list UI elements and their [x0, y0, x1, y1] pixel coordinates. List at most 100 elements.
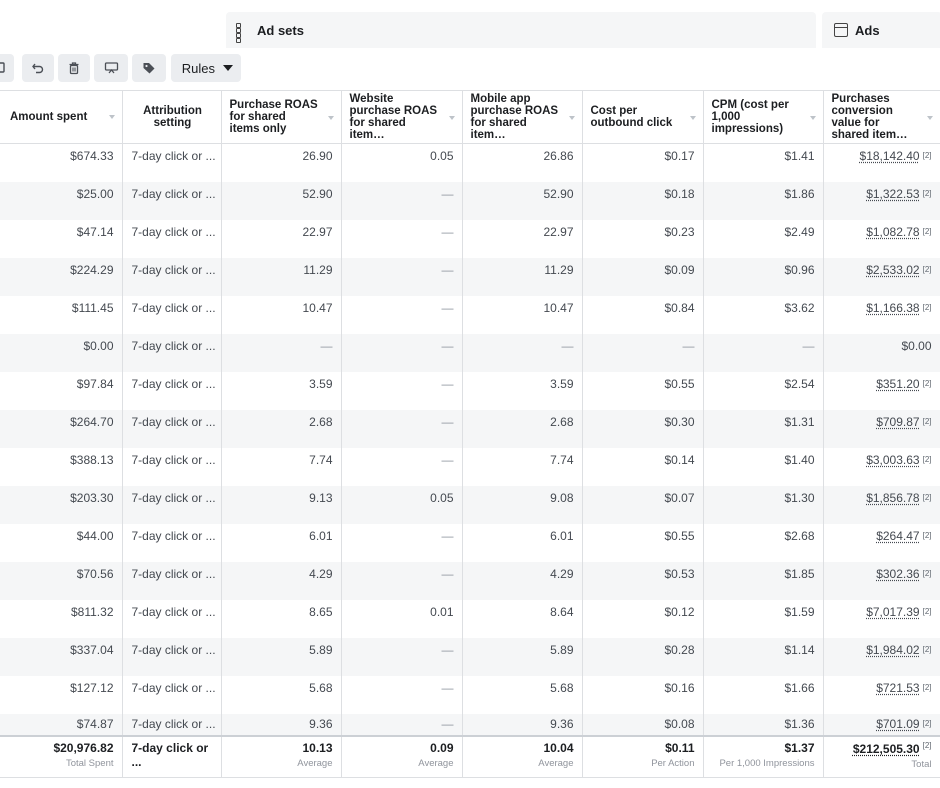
sort-icon[interactable]: [327, 116, 334, 120]
table-row[interactable]: $70.56 7-day click or ... 4.29—4.29 $0.53 $1…: [0, 561, 940, 600]
conversion-value-link[interactable]: $709.87: [876, 415, 919, 429]
cell-website-purchase-roas: —: [341, 333, 463, 372]
table-row[interactable]: $111.45 7-day click or ... 10.47—10.47 $0.8…: [0, 295, 940, 334]
table-row[interactable]: $337.04 7-day click or ... 5.89—5.89 $0.28 $…: [0, 637, 940, 676]
sort-icon[interactable]: [689, 116, 696, 120]
cell-cpm: —: [703, 333, 824, 372]
cell-purchases-conversion-value[interactable]: $1,984.02 [2]: [823, 637, 940, 676]
column-header-mobile-app-purchase-roas[interactable]: Mobile app purchase ROAS for shared item…: [462, 90, 583, 144]
column-header-amount-spent[interactable]: Amount spent: [0, 90, 123, 144]
sort-icon[interactable]: [926, 116, 933, 120]
cell-mobile-app-purchase-roas: 9.08: [462, 485, 583, 524]
conversion-value-link[interactable]: $1,856.78: [866, 491, 919, 505]
cell-purchases-conversion-value[interactable]: $709.87 [2]: [823, 409, 940, 448]
cell-website-purchase-roas: —: [341, 447, 463, 486]
cell-website-purchase-roas: —: [341, 257, 463, 296]
column-header-website-purchase-roas[interactable]: Website purchase ROAS for shared item…: [341, 90, 463, 144]
cell-cost-per-outbound-click: $0.28: [582, 637, 704, 676]
cell-amount-spent: $0.00: [0, 333, 123, 372]
cell-website-purchase-roas: 0.05: [341, 143, 463, 182]
total-label: Total: [911, 758, 932, 770]
conversion-value-link[interactable]: $302.36: [876, 567, 919, 581]
table-row[interactable]: $97.84 7-day click or ... 3.59—3.59 $0.55 $2…: [0, 371, 940, 410]
cell-purchases-conversion-value[interactable]: $1,856.78 [2]: [823, 485, 940, 524]
rules-dropdown[interactable]: Rules: [171, 54, 241, 82]
conversion-value-link[interactable]: $264.47: [876, 529, 919, 543]
preview-button[interactable]: [94, 54, 128, 82]
duplicate-button[interactable]: [0, 54, 14, 82]
delete-button[interactable]: [58, 54, 90, 82]
cell-mobile-app-purchase-roas: 26.86: [462, 143, 583, 182]
cell-cost-per-outbound-click: $0.18: [582, 181, 704, 220]
table-row[interactable]: $0.00 7-day click or ... — — — — — $0.00: [0, 333, 940, 372]
cell-purchases-conversion-value[interactable]: $351.20 [2]: [823, 371, 940, 410]
cell-purchases-conversion-value[interactable]: $701.09 [2]: [823, 713, 940, 736]
cell-purchase-roas: 5.89: [221, 637, 342, 676]
conversion-value-link[interactable]: $701.09: [876, 717, 919, 731]
table-row[interactable]: $47.14 7-day click or ... 22.97—22.97 $0.23…: [0, 219, 940, 258]
sort-icon[interactable]: [108, 115, 115, 119]
cell-purchases-conversion-value[interactable]: $2,533.02 [2]: [823, 257, 940, 296]
cell-cpm: $1.40: [703, 447, 824, 486]
table-row[interactable]: $674.33 7-day click or ... 26.90 0.05 26.86 $…: [0, 143, 940, 182]
conversion-value-link[interactable]: $1,082.78: [866, 225, 919, 239]
conversion-value-link[interactable]: $1,166.38: [866, 301, 919, 315]
undo-button[interactable]: [22, 54, 54, 82]
cell-cost-per-outbound-click: $0.84: [582, 295, 704, 334]
table-row[interactable]: $44.00 7-day click or ... 6.01—6.01 $0.55 $2…: [0, 523, 940, 562]
column-header-cost-per-outbound-click[interactable]: Cost per outbound click: [582, 90, 704, 144]
tab-ad-sets-label: Ad sets: [257, 22, 304, 38]
column-header-attribution-setting[interactable]: Attribution setting: [122, 90, 222, 144]
tag-button[interactable]: [132, 54, 166, 82]
cell-website-purchase-roas: —: [341, 371, 463, 410]
cell-cpm: $2.54: [703, 371, 824, 410]
cell-purchases-conversion-value[interactable]: $3,003.63 [2]: [823, 447, 940, 486]
cell-purchases-conversion-value[interactable]: $302.36 [2]: [823, 561, 940, 600]
cell-purchases-conversion-value[interactable]: $264.47 [2]: [823, 523, 940, 562]
sort-icon[interactable]: [568, 116, 575, 120]
cell-purchases-conversion-value[interactable]: $1,322.53 [2]: [823, 181, 940, 220]
footnote-marker: [2]: [922, 568, 932, 578]
conversion-value-link[interactable]: $351.20: [876, 377, 919, 391]
cell-purchases-conversion-value[interactable]: $721.53 [2]: [823, 675, 940, 714]
conversion-value-link[interactable]: $2,533.02: [866, 263, 919, 277]
cell-mobile-app-purchase-roas: 5.68: [462, 675, 583, 714]
conversion-value-link[interactable]: $7,017.39: [866, 605, 919, 619]
table-row[interactable]: $203.30 7-day click or ... 9.13 0.05 9.08 $0.…: [0, 485, 940, 524]
conversion-value-link[interactable]: $3,003.63: [866, 453, 919, 467]
table-row[interactable]: $811.32 7-day click or ... 8.65 0.01 8.64 $0.…: [0, 599, 940, 638]
total-attribution-setting: 7-day click or ...: [122, 734, 222, 778]
total-value: $20,976.82: [53, 740, 114, 755]
conversion-value-link[interactable]: $721.53: [876, 681, 919, 695]
cell-amount-spent: $674.33: [0, 143, 123, 182]
rules-label: Rules: [181, 60, 215, 76]
conversion-value-link[interactable]: $18,142.40: [860, 149, 920, 163]
sort-icon[interactable]: [448, 116, 455, 120]
table-row[interactable]: $388.13 7-day click or ... 7.74—7.74 $0.14 $…: [0, 447, 940, 486]
table-row[interactable]: $74.87 7-day click or ... 9.36—9.36 $0.08 $1…: [0, 713, 940, 736]
column-header-cpm[interactable]: CPM (cost per 1,000 impressions): [703, 90, 824, 144]
cell-purchases-conversion-value[interactable]: $7,017.39 [2]: [823, 599, 940, 638]
conversion-value-link[interactable]: $1,322.53: [866, 187, 919, 201]
total-conversion-value-link[interactable]: $212,505.30: [853, 742, 920, 756]
cell-attribution-setting: 7-day click or ...: [122, 485, 222, 524]
cell-purchases-conversion-value[interactable]: $18,142.40 [2]: [823, 143, 940, 182]
sort-icon[interactable]: [809, 116, 816, 120]
column-header-purchase-roas[interactable]: Purchase ROAS for shared items only: [221, 90, 342, 144]
tab-ads[interactable]: Ads: [822, 12, 940, 48]
table-row[interactable]: $25.00 7-day click or ... 52.90—52.90 $0.18…: [0, 181, 940, 220]
footnote-marker: [2]: [922, 416, 932, 426]
cell-purchases-conversion-value[interactable]: $1,082.78 [2]: [823, 219, 940, 258]
cell-cost-per-outbound-click: $0.55: [582, 371, 704, 410]
table-row[interactable]: $264.70 7-day click or ... 2.68—2.68 $0.30 $…: [0, 409, 940, 448]
cell-cost-per-outbound-click: $0.16: [582, 675, 704, 714]
conversion-value-link[interactable]: $1,984.02: [866, 643, 919, 657]
cell-purchases-conversion-value[interactable]: $1,166.38 [2]: [823, 295, 940, 334]
table-row[interactable]: $127.12 7-day click or ... 5.68—5.68 $0.16 $…: [0, 675, 940, 714]
footnote-marker: [2]: [922, 454, 932, 464]
table-row[interactable]: $224.29 7-day click or ... 11.29—11.29 $0.0…: [0, 257, 940, 296]
tab-ad-sets[interactable]: Ad sets: [226, 12, 816, 48]
cell-purchase-roas: —: [221, 333, 342, 372]
column-header-purchases-conversion-value[interactable]: Purchases conversion value for shared it…: [823, 90, 940, 144]
cell-website-purchase-roas: —: [341, 523, 463, 562]
